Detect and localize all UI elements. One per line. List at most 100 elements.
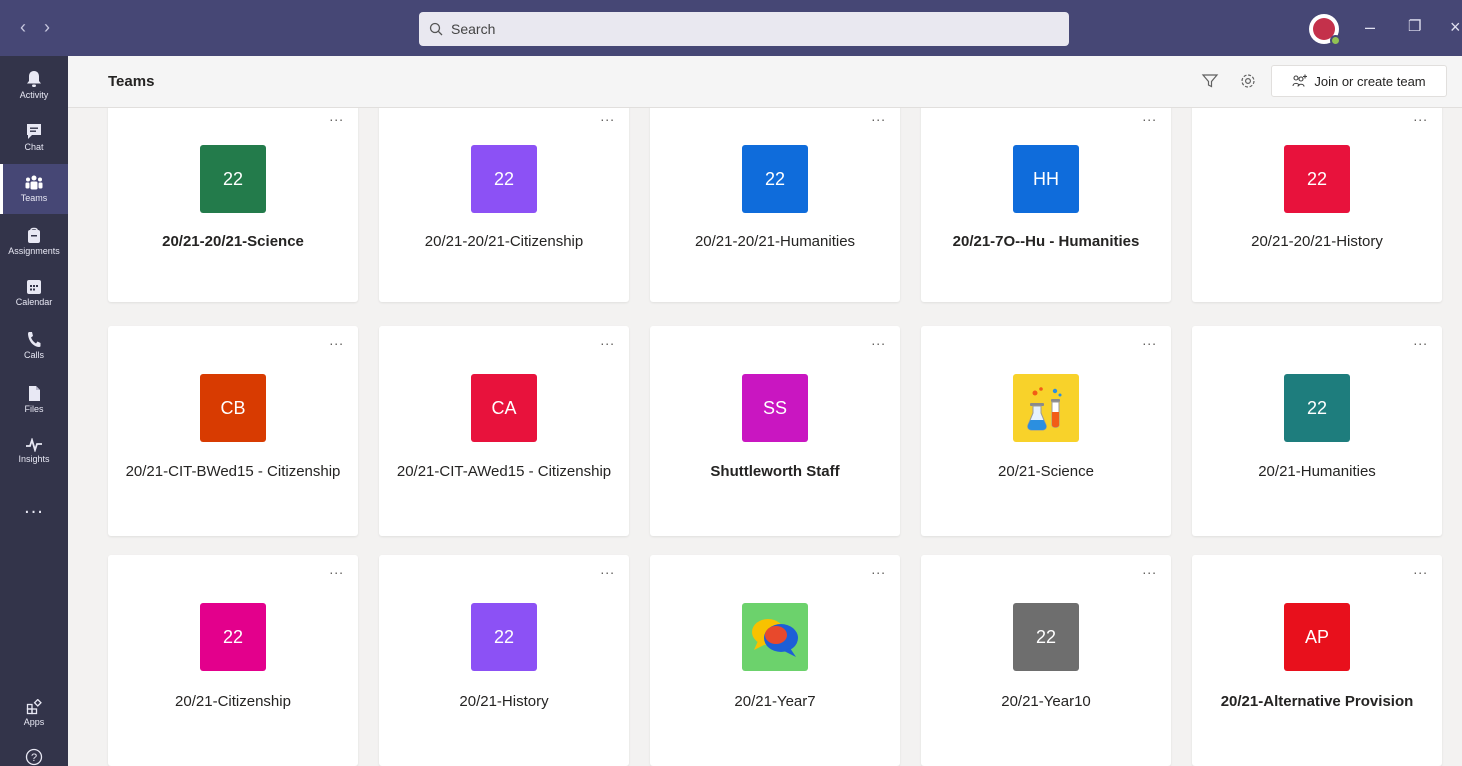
search-box[interactable]: Search [419, 12, 1069, 46]
rail-item-assignments[interactable]: Assignments [0, 216, 68, 266]
team-avatar-tile [1013, 374, 1079, 442]
more-options-icon[interactable]: ... [1413, 561, 1428, 577]
more-options-icon[interactable]: ... [1142, 561, 1157, 577]
forward-arrow-icon[interactable]: › [44, 16, 50, 38]
bell-icon [27, 71, 41, 87]
team-avatar-initials: AP [1304, 626, 1329, 647]
search-icon [429, 22, 443, 36]
team-card[interactable]: ... 22 20/21-Humanities [1192, 326, 1442, 536]
chat-icon [27, 123, 41, 139]
team-card[interactable]: ... 22 20/21-20/21-Humanities [650, 108, 900, 302]
more-options-icon[interactable]: ... [329, 561, 344, 577]
team-avatar-initials: CB [220, 397, 246, 418]
rail-label-activity: Activity [19, 90, 49, 100]
minimize-button[interactable]: – [1365, 16, 1375, 38]
insights-icon [26, 438, 42, 452]
page-title: Teams [108, 73, 155, 90]
team-name: 20/21-History [459, 693, 549, 710]
more-options-icon[interactable]: ... [871, 108, 886, 124]
avatar[interactable] [1309, 14, 1341, 46]
team-card[interactable]: ... 22 20/21-20/21-Citizenship [379, 108, 629, 302]
team-name: 20/21-20/21-Science [162, 233, 304, 250]
close-button[interactable]: × [1450, 16, 1461, 38]
rail-item-activity[interactable]: Activity [0, 60, 68, 110]
maximize-button[interactable]: ❐ [1408, 16, 1421, 38]
team-avatar-tile: HH [1013, 145, 1079, 213]
join-button-label: Join or create team [1314, 73, 1426, 89]
join-or-create-team-button[interactable]: Join or create team [1271, 65, 1447, 97]
more-options-icon[interactable]: ... [329, 108, 344, 124]
rail-item-calls[interactable]: Calls [0, 320, 68, 370]
rail-item-calendar[interactable]: Calendar [0, 268, 68, 318]
team-avatar-initials: 22 [222, 626, 244, 647]
team-avatar-tile: 22 [471, 603, 537, 671]
app-bar: Activity Chat Teams Assignments Calendar… [0, 56, 68, 766]
rail-label-calendar: Calendar [15, 297, 53, 307]
team-name: Shuttleworth Staff [710, 463, 840, 480]
rail-label-assignments: Assignments [8, 245, 60, 256]
more-options-icon[interactable]: ... [871, 561, 886, 577]
calendar-icon [27, 280, 41, 294]
teams-grid: ... 22 20/21-20/21-Science... 22 20/21-20/21… [68, 108, 1462, 766]
teams-header: Teams Join or create team [68, 56, 1462, 108]
team-name: 20/21-Citizenship [175, 693, 291, 710]
team-avatar-tile: 22 [1284, 145, 1350, 213]
more-options-icon[interactable]: ... [600, 332, 615, 348]
more-options-icon[interactable]: ... [1413, 332, 1428, 348]
team-avatar-tile: 22 [742, 145, 808, 213]
add-people-icon [1292, 74, 1308, 87]
team-card[interactable]: ... 20/21-Year7 [650, 555, 900, 766]
team-card[interactable]: ... SS Shuttleworth Staff [650, 326, 900, 536]
team-avatar-tile: 22 [200, 145, 266, 213]
science-flask-icon [1027, 387, 1062, 431]
team-card[interactable]: ... 22 20/21-History [379, 555, 629, 766]
help-icon: ? [25, 748, 43, 766]
team-name: 20/21-Year7 [734, 693, 816, 710]
more-options-icon[interactable]: ... [1142, 332, 1157, 348]
team-card[interactable]: ... 22 20/21-20/21-History [1192, 108, 1442, 302]
more-options-icon[interactable]: ... [871, 332, 886, 348]
rail-item-teams[interactable]: Teams [0, 164, 68, 214]
rail-item-files[interactable]: Files [0, 374, 68, 424]
rail-label-insights: Insights [18, 454, 50, 464]
team-card[interactable]: ... CB 20/21-CIT-BWed15 - Citizenship [108, 326, 358, 536]
assignments-icon [28, 227, 40, 243]
team-card[interactable]: ... 22 20/21-20/21-Science [108, 108, 358, 302]
team-card[interactable]: ... 22 20/21-Citizenship [108, 555, 358, 766]
team-name: 20/21-CIT-AWed15 - Citizenship [396, 463, 612, 480]
rail-item-insights[interactable]: Insights [0, 426, 68, 476]
more-options-icon[interactable]: ... [1413, 108, 1428, 124]
more-options-icon[interactable]: ... [600, 561, 615, 577]
more-options-icon[interactable]: ... [329, 332, 344, 348]
apps-icon [26, 699, 42, 715]
more-options-icon[interactable]: ... [600, 108, 615, 124]
rail-label-apps: Apps [23, 717, 45, 727]
file-icon [28, 385, 40, 401]
help-glyph: ? [31, 752, 37, 764]
filter-icon[interactable] [1200, 71, 1220, 91]
team-avatar-tile: CA [471, 374, 537, 442]
rail-item-apps[interactable]: Apps [0, 688, 68, 738]
team-avatar-initials: 22 [493, 168, 515, 189]
rail-label-calls: Calls [23, 349, 44, 360]
team-avatar-tile: 22 [471, 145, 537, 213]
title-bar: ‹ › Search – ❐ × [0, 0, 1462, 56]
team-card[interactable]: ... 20/21-Science [921, 326, 1171, 536]
team-avatar-tile: 22 [200, 603, 266, 671]
team-card[interactable]: ... HH 20/21-7O--Hu - Humanities [921, 108, 1171, 302]
team-avatar-tile: CB [200, 374, 266, 442]
rail-label-chat: Chat [24, 141, 44, 152]
team-card[interactable]: ... AP 20/21-Alternative Provision [1192, 555, 1442, 766]
team-name: 20/21-20/21-Humanities [694, 233, 856, 250]
help-button[interactable]: ? [0, 744, 68, 766]
more-options-icon[interactable]: ... [1142, 108, 1157, 124]
back-arrow-icon[interactable]: ‹ [20, 16, 26, 38]
rail-item-chat[interactable]: Chat [0, 112, 68, 162]
team-card[interactable]: ... CA 20/21-CIT-AWed15 - Citizenship [379, 326, 629, 536]
team-name: 20/21-Humanities [1258, 463, 1376, 480]
team-avatar-initials: 22 [493, 626, 515, 647]
team-avatar-initials: 22 [1306, 168, 1328, 189]
team-card[interactable]: ... 22 20/21-Year10 [921, 555, 1171, 766]
more-apps-icon[interactable]: ... [0, 496, 68, 519]
gear-icon[interactable] [1238, 71, 1258, 91]
